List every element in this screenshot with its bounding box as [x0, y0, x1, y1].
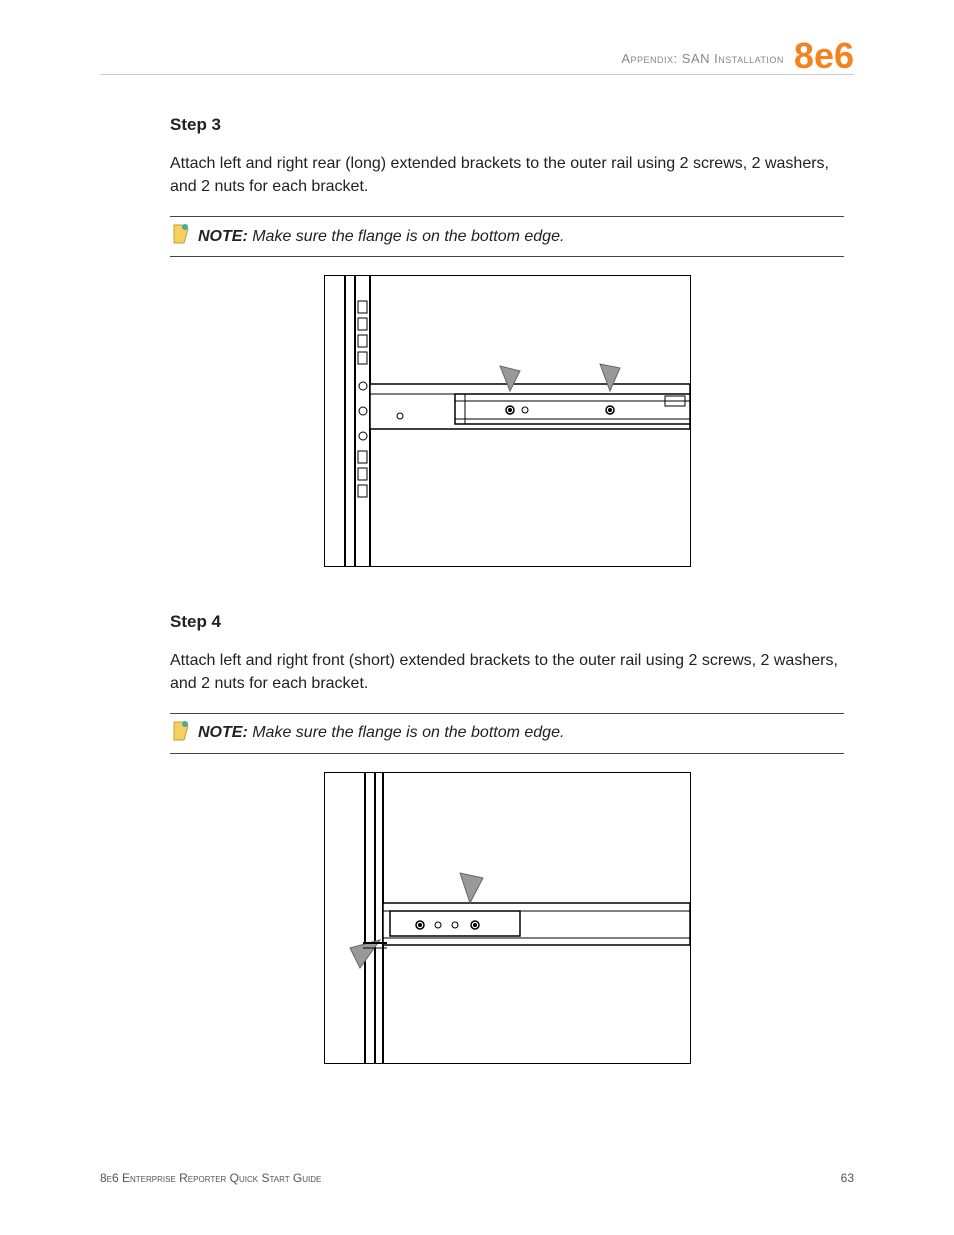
note-icon [170, 223, 192, 250]
step3-note: NOTE: Make sure the flange is on the bot… [170, 216, 844, 257]
step3-title: Step 3 [170, 115, 844, 135]
step3-note-text: Make sure the flange is on the bottom ed… [248, 228, 565, 245]
step4-note-label: NOTE: [198, 724, 248, 741]
footer-page-number: 63 [841, 1171, 854, 1185]
header-logo: 8e6 [794, 40, 854, 72]
header-appendix-text: Appendix: SAN Installation [621, 51, 784, 72]
step3-note-label: NOTE: [198, 228, 248, 245]
page-header: Appendix: SAN Installation 8e6 [100, 40, 854, 75]
step3-body: Attach left and right rear (long) extend… [170, 153, 844, 198]
note-icon [170, 720, 192, 747]
step4-note: NOTE: Make sure the flange is on the bot… [170, 713, 844, 754]
footer-left: 8e6 Enterprise Reporter Quick Start Guid… [100, 1171, 321, 1185]
step3-diagram [170, 275, 844, 572]
step4-title: Step 4 [170, 612, 844, 632]
step4-diagram [170, 772, 844, 1069]
step4-body: Attach left and right front (short) exte… [170, 650, 844, 695]
step4-note-text: Make sure the flange is on the bottom ed… [248, 724, 565, 741]
page-footer: 8e6 Enterprise Reporter Quick Start Guid… [100, 1171, 854, 1185]
